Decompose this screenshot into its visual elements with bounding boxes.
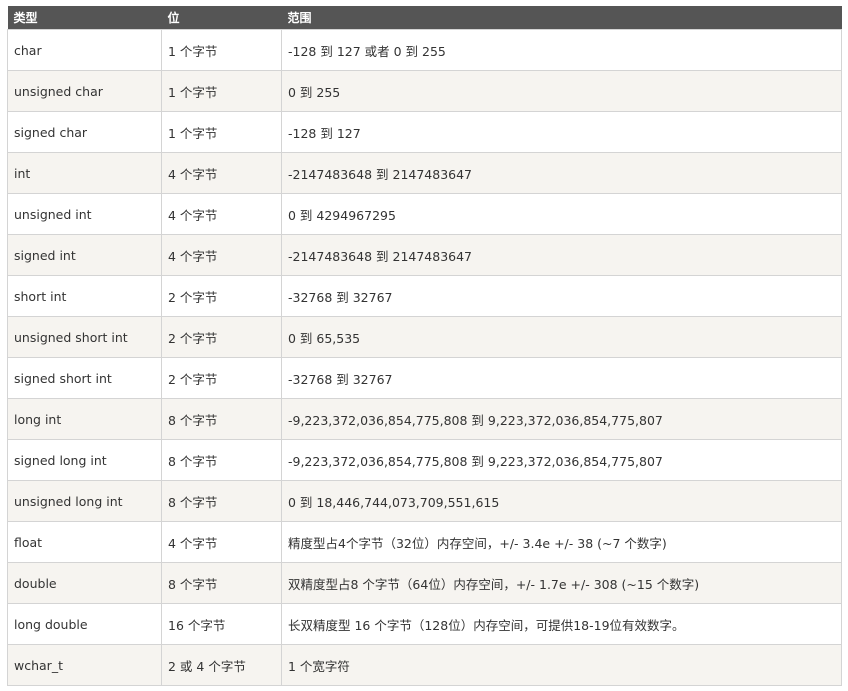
cell-bits: 4 个字节 xyxy=(161,521,282,563)
cell-bits: 8 个字节 xyxy=(161,480,282,522)
cell-type: signed int xyxy=(7,234,162,276)
cell-bits: 4 个字节 xyxy=(161,234,282,276)
cell-type: float xyxy=(7,521,162,563)
cell-bits: 1 个字节 xyxy=(161,29,282,71)
cell-range: -32768 到 32767 xyxy=(281,357,842,399)
cell-range: 精度型占4个字节（32位）内存空间，+/- 3.4e +/- 38 (~7 个数… xyxy=(281,521,842,563)
cell-type: unsigned int xyxy=(7,193,162,235)
cell-type: long double xyxy=(7,603,162,645)
cell-range: 0 到 65,535 xyxy=(281,316,842,358)
cell-bits: 2 个字节 xyxy=(161,275,282,317)
cell-bits: 2 个字节 xyxy=(161,357,282,399)
cell-range: 0 到 255 xyxy=(281,70,842,112)
cell-type: wchar_t xyxy=(7,644,162,686)
cell-type: signed char xyxy=(7,111,162,153)
table-row: unsigned short int 2 个字节 0 到 65,535 xyxy=(7,316,842,358)
table-header-row: 类型 位 范围 xyxy=(7,6,842,30)
cell-type: char xyxy=(7,29,162,71)
cell-bits: 4 个字节 xyxy=(161,193,282,235)
table-row: int 4 个字节 -2147483648 到 2147483647 xyxy=(7,152,842,194)
cell-range: -2147483648 到 2147483647 xyxy=(281,152,842,194)
cell-type: signed long int xyxy=(7,439,162,481)
cell-bits: 4 个字节 xyxy=(161,152,282,194)
header-range: 范围 xyxy=(281,6,842,30)
cell-type: signed short int xyxy=(7,357,162,399)
cell-range: 1 个宽字符 xyxy=(281,644,842,686)
cell-type: int xyxy=(7,152,162,194)
table-row: unsigned int 4 个字节 0 到 4294967295 xyxy=(7,193,842,235)
table-row: unsigned char 1 个字节 0 到 255 xyxy=(7,70,842,112)
cell-range: -9,223,372,036,854,775,808 到 9,223,372,0… xyxy=(281,398,842,440)
cell-type: double xyxy=(7,562,162,604)
table-row: double 8 个字节 双精度型占8 个字节（64位）内存空间，+/- 1.7e … xyxy=(7,562,842,604)
cell-range: 0 到 4294967295 xyxy=(281,193,842,235)
cell-bits: 8 个字节 xyxy=(161,562,282,604)
cell-type: unsigned short int xyxy=(7,316,162,358)
cell-type: unsigned long int xyxy=(7,480,162,522)
data-types-table: 类型 位 范围 char 1 个字节 -128 到 127 或者 0 到 255 un… xyxy=(7,6,842,686)
cell-bits: 8 个字节 xyxy=(161,439,282,481)
table-row: long double 16 个字节 长双精度型 16 个字节（128位）内存空间，… xyxy=(7,603,842,645)
cell-range: -128 到 127 或者 0 到 255 xyxy=(281,29,842,71)
header-type: 类型 xyxy=(7,6,162,30)
cell-range: -9,223,372,036,854,775,808 到 9,223,372,0… xyxy=(281,439,842,481)
cell-range: 0 到 18,446,744,073,709,551,615 xyxy=(281,480,842,522)
table-row: float 4 个字节 精度型占4个字节（32位）内存空间，+/- 3.4e +/-… xyxy=(7,521,842,563)
cell-bits: 2 个字节 xyxy=(161,316,282,358)
cell-bits: 1 个字节 xyxy=(161,70,282,112)
cell-range: -128 到 127 xyxy=(281,111,842,153)
data-types-table-container: 类型 位 范围 char 1 个字节 -128 到 127 或者 0 到 255 un… xyxy=(7,6,842,686)
cell-range: -2147483648 到 2147483647 xyxy=(281,234,842,276)
cell-type: short int xyxy=(7,275,162,317)
cell-bits: 2 或 4 个字节 xyxy=(161,644,282,686)
cell-range: 长双精度型 16 个字节（128位）内存空间，可提供18-19位有效数字。 xyxy=(281,603,842,645)
table-row: signed int 4 个字节 -2147483648 到 2147483647 xyxy=(7,234,842,276)
table-row: char 1 个字节 -128 到 127 或者 0 到 255 xyxy=(7,29,842,71)
table-row: signed char 1 个字节 -128 到 127 xyxy=(7,111,842,153)
cell-range: -32768 到 32767 xyxy=(281,275,842,317)
table-row: signed long int 8 个字节 -9,223,372,036,854,7… xyxy=(7,439,842,481)
table-row: short int 2 个字节 -32768 到 32767 xyxy=(7,275,842,317)
cell-bits: 1 个字节 xyxy=(161,111,282,153)
cell-bits: 8 个字节 xyxy=(161,398,282,440)
table-row: long int 8 个字节 -9,223,372,036,854,775,808 … xyxy=(7,398,842,440)
header-bits: 位 xyxy=(161,6,282,30)
cell-bits: 16 个字节 xyxy=(161,603,282,645)
table-row: signed short int 2 个字节 -32768 到 32767 xyxy=(7,357,842,399)
cell-range: 双精度型占8 个字节（64位）内存空间，+/- 1.7e +/- 308 (~1… xyxy=(281,562,842,604)
table-row: wchar_t 2 或 4 个字节 1 个宽字符 xyxy=(7,644,842,686)
table-row: unsigned long int 8 个字节 0 到 18,446,744,073… xyxy=(7,480,842,522)
cell-type: unsigned char xyxy=(7,70,162,112)
cell-type: long int xyxy=(7,398,162,440)
